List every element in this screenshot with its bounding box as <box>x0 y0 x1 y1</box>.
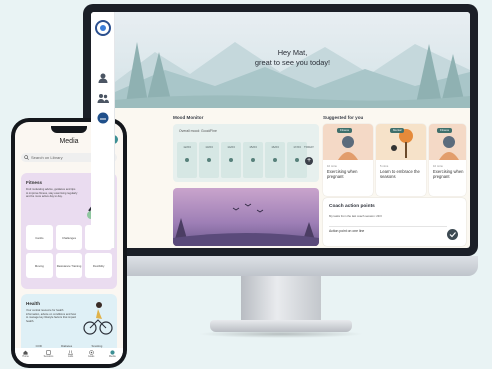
mood-days: 12/23 13/23 14/23 15/23 16/23 17/23 <box>177 142 307 178</box>
card-image: Fitness <box>429 124 466 160</box>
mood-day[interactable]: 15/23 <box>243 142 263 178</box>
card-title: Exercising when pregnant <box>433 169 464 179</box>
phone-notch <box>51 126 87 133</box>
mood-day[interactable]: 12/23 <box>177 142 197 178</box>
coach-action-points-panel: Coach action points My tasks from the la… <box>323 198 466 246</box>
card-title: Learn to embrace the seasons <box>380 169 420 179</box>
card-image: Fitness <box>323 124 373 160</box>
tile-cardio[interactable]: Cardio <box>26 225 53 250</box>
action-point: Action point on one line <box>329 229 365 233</box>
mood-monitor-panel: Overall mood: Good/Fine 12/23 13/23 14/2… <box>173 124 319 182</box>
card-duration: 10 mins <box>327 164 337 168</box>
monitor-base <box>210 320 352 332</box>
card-duration: 5 mins <box>380 164 389 168</box>
health-title: Health <box>26 301 41 306</box>
monitor-chin <box>83 256 478 276</box>
hero-banner: Hey Mat, great to see you today! <box>115 12 470 108</box>
tile-flexibility-2[interactable]: Flexibility <box>85 253 112 278</box>
nav-labs[interactable]: Labs <box>68 350 73 358</box>
mood-label: Overall mood: Good/Fine <box>179 129 217 133</box>
group-icon[interactable] <box>97 92 109 104</box>
card-title: Exercising when pregnant <box>327 169 358 179</box>
nav-sessions[interactable]: Sessions <box>44 350 53 358</box>
suggested-title: Suggested for you <box>323 115 364 120</box>
health-description: Your central resource for health informa… <box>26 309 77 323</box>
cyclist-illustration <box>83 302 113 335</box>
divider <box>329 226 447 227</box>
mood-today: TODAY + <box>301 142 317 178</box>
coach-title: Coach action points <box>329 204 375 209</box>
nav-home[interactable]: Home <box>22 350 29 358</box>
sidebar <box>91 12 115 248</box>
user-icon[interactable] <box>97 72 109 84</box>
search-icon <box>24 155 29 160</box>
check-icon[interactable] <box>447 229 458 240</box>
coach-subtitle: My tasks from the last coach session: 23… <box>329 214 382 218</box>
fitness-description: Find motivating advice, guidance and tip… <box>26 188 78 199</box>
desktop-screen: Hey Mat, great to see you today! Mood Mo… <box>91 12 470 248</box>
card-duration: 10 mins <box>433 164 443 168</box>
card-tag: Fitness <box>437 128 453 133</box>
search-placeholder: Search on Library <box>31 155 63 160</box>
greeting: Hey Mat, great to see you today! <box>115 48 470 68</box>
tile-moving[interactable]: Moving <box>26 253 53 278</box>
mood-monitor-title: Mood Monitor <box>173 115 204 120</box>
tile-resistance-training[interactable]: Resistance Training <box>55 253 83 278</box>
card-tag: Fitness <box>337 128 353 133</box>
suggested-card[interactable]: Fitness 10 mins Exercising when pregnant <box>429 124 466 196</box>
suggested-card[interactable]: Fitness 10 mins Exercising when pregnant <box>323 124 373 196</box>
mood-today-label: TODAY <box>303 145 315 149</box>
tile-challenges[interactable]: Challenges <box>55 225 83 250</box>
bottom-nav: Home Sessions Labs Goals Media <box>15 348 123 364</box>
nav-media[interactable]: Media <box>109 350 116 358</box>
card-image: Mental <box>376 124 426 160</box>
suggested-card[interactable]: Mental 5 mins Learn to embrace the seaso… <box>376 124 426 196</box>
card-tag: Mental <box>390 128 405 133</box>
mood-day[interactable]: 13/23 <box>199 142 219 178</box>
desktop-monitor: Hey Mat, great to see you today! Mood Mo… <box>83 4 478 256</box>
nav-goals[interactable]: Goals <box>88 350 94 358</box>
fitness-title: Fitness <box>26 180 43 185</box>
mood-day[interactable]: 16/23 <box>265 142 285 178</box>
greeting-line-1: Hey Mat, <box>277 48 308 57</box>
greeting-line-2: great to see you today! <box>254 58 331 67</box>
monitor-stand <box>241 276 321 324</box>
lavender-field-image <box>173 188 319 246</box>
mood-day[interactable]: 14/23 <box>221 142 241 178</box>
logo-icon[interactable] <box>95 20 111 36</box>
add-mood-button[interactable]: + <box>305 157 313 165</box>
media-icon[interactable] <box>97 112 109 124</box>
